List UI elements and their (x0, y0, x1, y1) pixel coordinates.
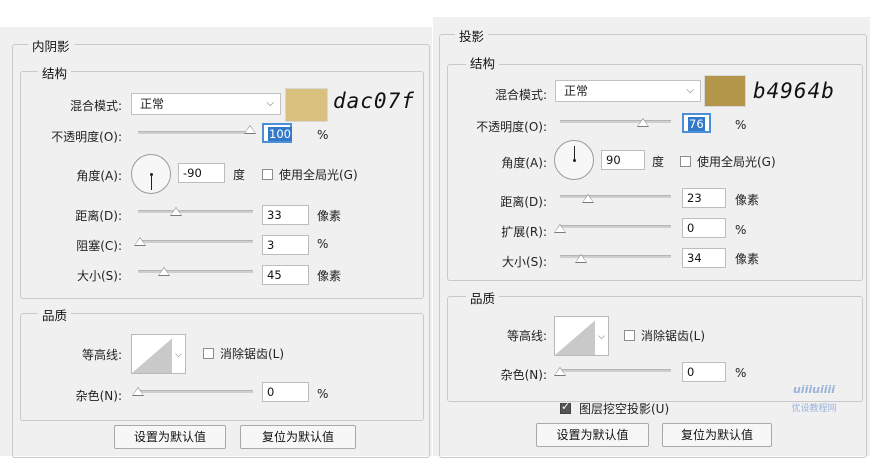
quality-title: 品质 (38, 305, 72, 324)
blend-mode-label: 混合模式: (494, 88, 547, 102)
knockout-checkbox[interactable] (560, 400, 571, 414)
noise-slider-thumb[interactable] (132, 387, 144, 396)
noise-label: 杂色(N): (75, 389, 122, 403)
noise-slider[interactable] (560, 369, 671, 372)
anti-alias-checkbox[interactable] (203, 348, 214, 359)
color-hex-annotation: b4964b (753, 79, 835, 103)
structure-title: 结构 (466, 53, 500, 72)
choke-input[interactable]: 3 (262, 235, 309, 255)
quality-group (20, 313, 424, 421)
size-label: 大小(S): (501, 255, 547, 269)
watermark-text: 优设教程网 (791, 404, 837, 414)
noise-input[interactable]: 0 (682, 362, 726, 382)
noise-slider-thumb[interactable] (554, 367, 566, 376)
distance-slider[interactable] (560, 195, 671, 198)
opacity-percent: % (735, 118, 747, 132)
shadow-color-swatch[interactable] (285, 88, 328, 122)
noise-slider[interactable] (138, 390, 253, 393)
size-unit: 像素 (317, 269, 342, 283)
drop-shadow-title: 投影 (455, 26, 489, 45)
distance-slider[interactable] (138, 210, 253, 213)
degree-unit: 度 (233, 168, 246, 182)
noise-percent: % (735, 366, 747, 380)
shadow-color-swatch[interactable] (704, 75, 746, 107)
blend-mode-select[interactable]: 正常 ⌵ (555, 80, 701, 102)
reset-default-button[interactable]: 复位为默认值 (240, 425, 356, 449)
opacity-slider[interactable] (138, 131, 253, 134)
distance-input[interactable]: 33 (262, 205, 309, 225)
structure-title: 结构 (38, 63, 72, 82)
chevron-down-icon: ⌵ (266, 98, 274, 109)
spread-label: 扩展(R): (501, 225, 547, 239)
choke-percent: % (317, 237, 329, 251)
distance-unit: 像素 (317, 209, 342, 223)
contour-dropdown-icon[interactable]: ⌵ (172, 334, 186, 374)
angle-label: 角度(A): (501, 156, 547, 170)
angle-dial[interactable] (131, 154, 171, 194)
anti-alias-checkbox[interactable] (624, 330, 635, 341)
opacity-percent: % (317, 128, 329, 142)
contour-label: 等高线: (506, 329, 547, 343)
size-unit: 像素 (735, 252, 760, 266)
noise-percent: % (317, 387, 329, 401)
global-light-checkbox[interactable] (680, 156, 691, 167)
opacity-label: 不透明度(O): (51, 130, 122, 144)
set-default-button[interactable]: 设置为默认值 (114, 425, 226, 449)
choke-label: 阻塞(C): (76, 239, 122, 253)
opacity-slider-thumb[interactable] (244, 125, 256, 134)
angle-input[interactable]: -90 (178, 163, 225, 183)
anti-alias-label: 消除锯齿(L) (641, 329, 706, 343)
opacity-slider[interactable] (560, 120, 671, 123)
angle-dial[interactable] (554, 140, 594, 180)
chevron-down-icon: ⌵ (686, 85, 694, 96)
choke-slider[interactable] (138, 240, 253, 243)
size-input[interactable]: 45 (262, 265, 309, 285)
contour-picker[interactable] (131, 334, 177, 374)
size-slider-thumb[interactable] (158, 267, 170, 276)
size-input[interactable]: 34 (682, 248, 726, 268)
global-light-label: 使用全局光(G) (279, 168, 358, 182)
contour-label: 等高线: (81, 348, 122, 362)
blend-mode-value: 正常 (564, 84, 589, 98)
spread-input[interactable]: 0 (682, 218, 726, 238)
noise-input[interactable]: 0 (262, 382, 309, 402)
distance-input[interactable]: 23 (682, 188, 726, 208)
contour-picker[interactable] (554, 316, 600, 356)
size-label: 大小(S): (76, 269, 122, 283)
angle-input[interactable]: 90 (601, 150, 645, 170)
spread-percent: % (735, 223, 747, 237)
distance-unit: 像素 (735, 193, 760, 207)
spread-slider-thumb[interactable] (554, 224, 566, 233)
distance-slider-thumb[interactable] (582, 194, 594, 203)
quality-title: 品质 (466, 288, 500, 307)
reset-default-button[interactable]: 复位为默认值 (662, 423, 772, 447)
watermark-logo: uiiiuiiii (792, 383, 836, 396)
opacity-label: 不透明度(O): (476, 120, 547, 134)
inner-shadow-title: 内阴影 (28, 36, 74, 55)
angle-label: 角度(A): (76, 169, 122, 183)
contour-dropdown-icon[interactable]: ⌵ (595, 316, 609, 356)
inner-shadow-panel: 内阴影 结构 混合模式: 正常 ⌵ dac07f 不透明度(O): 100 % … (0, 27, 432, 458)
degree-unit: 度 (652, 155, 665, 169)
blend-mode-label: 混合模式: (69, 99, 122, 113)
opacity-input[interactable]: 76 (682, 113, 711, 133)
anti-alias-label: 消除锯齿(L) (220, 347, 285, 361)
spread-slider[interactable] (560, 225, 671, 228)
color-hex-annotation: dac07f (333, 89, 415, 113)
knockout-label: 图层挖空投影(U) (579, 402, 670, 416)
global-light-label: 使用全局光(G) (697, 155, 776, 169)
global-light-checkbox[interactable] (262, 169, 273, 180)
set-default-button[interactable]: 设置为默认值 (536, 423, 649, 447)
opacity-slider-thumb[interactable] (637, 118, 649, 127)
distance-slider-thumb[interactable] (170, 207, 182, 216)
choke-slider-thumb[interactable] (134, 237, 146, 246)
distance-label: 距离(D): (500, 195, 547, 209)
opacity-input[interactable]: 100 (262, 123, 292, 143)
distance-label: 距离(D): (75, 209, 122, 223)
noise-label: 杂色(N): (500, 368, 547, 382)
blend-mode-select[interactable]: 正常 ⌵ (131, 93, 281, 115)
blend-mode-value: 正常 (140, 97, 165, 111)
size-slider-thumb[interactable] (575, 254, 587, 263)
size-slider[interactable] (138, 270, 253, 273)
